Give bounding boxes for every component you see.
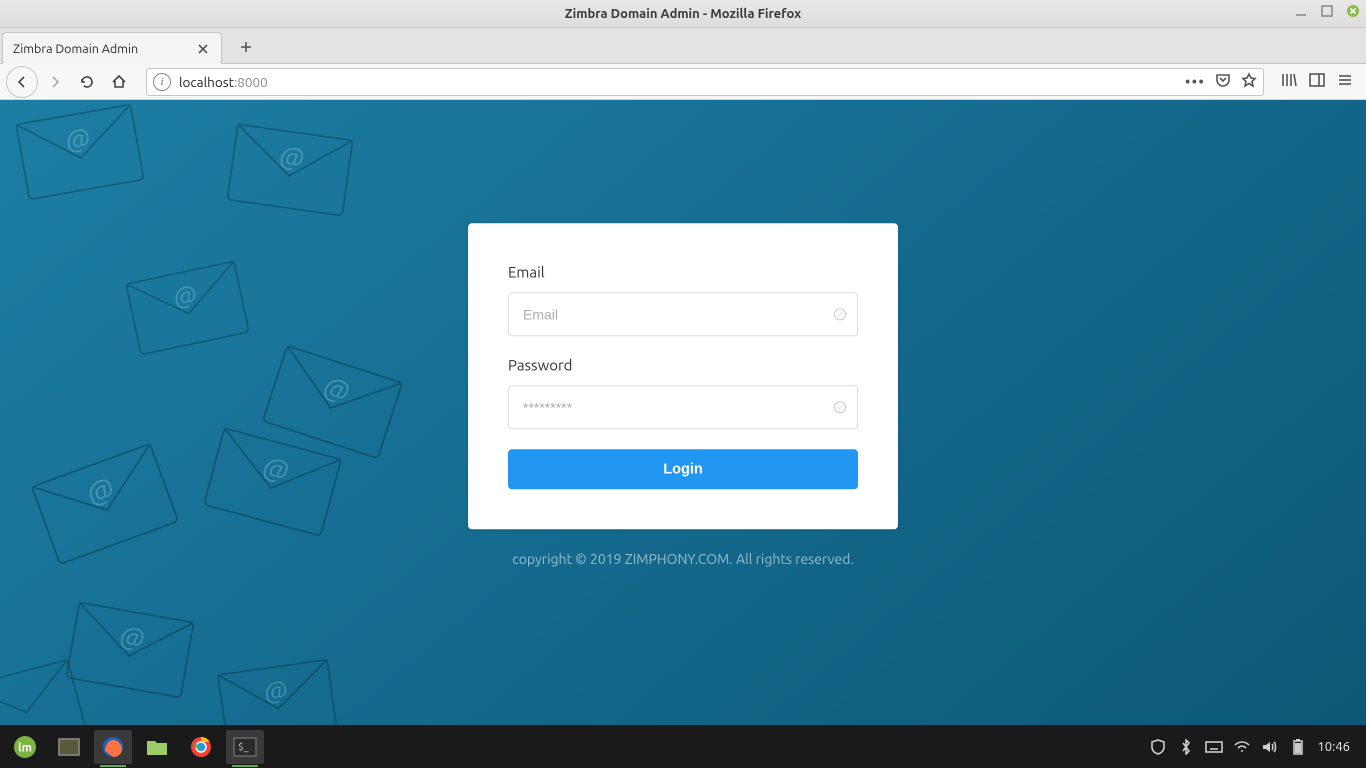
reload-button[interactable] — [72, 67, 102, 97]
password-field[interactable] — [508, 385, 858, 429]
envelope-icon: @ — [14, 102, 146, 202]
chrome-taskbar-icon[interactable] — [182, 730, 220, 764]
browser-tab[interactable]: Zimbra Domain Admin — [2, 32, 222, 64]
email-field[interactable] — [508, 292, 858, 336]
login-card: Email Password Login — [468, 223, 898, 529]
svg-text:@: @ — [63, 122, 92, 155]
svg-text:@: @ — [118, 620, 147, 653]
show-desktop-button[interactable] — [50, 730, 88, 764]
menu-icon[interactable] — [1336, 71, 1354, 93]
bluetooth-icon[interactable] — [1177, 738, 1195, 756]
copyright-text: copyright © 2019 ZIMPHONY.COM. All right… — [512, 551, 854, 567]
tab-label: Zimbra Domain Admin — [13, 42, 195, 56]
window-titlebar: Zimbra Domain Admin - Mozilla Firefox — [0, 0, 1366, 28]
pocket-icon[interactable] — [1215, 72, 1231, 92]
keyboard-icon[interactable] — [1205, 738, 1223, 756]
wifi-icon[interactable] — [1233, 738, 1251, 756]
forward-button[interactable] — [40, 67, 70, 97]
files-taskbar-icon[interactable] — [138, 730, 176, 764]
maximize-button[interactable] — [1320, 4, 1334, 18]
svg-text:lm: lm — [18, 740, 32, 754]
sidebar-icon[interactable] — [1308, 71, 1326, 93]
email-label: Email — [508, 263, 858, 280]
svg-text:$_: $_ — [238, 741, 249, 752]
bookmark-icon[interactable] — [1241, 72, 1257, 92]
envelope-icon: @ — [225, 122, 355, 218]
new-tab-button[interactable] — [232, 33, 260, 61]
site-info-icon[interactable]: i — [153, 73, 171, 91]
page-content: @ @ @ @ @ @ @ @ Email Password Login cop… — [0, 100, 1366, 725]
login-button[interactable]: Login — [508, 449, 858, 489]
check-icon — [834, 308, 846, 320]
envelope-icon: @ — [29, 440, 181, 567]
system-tray: 10:46 — [1149, 738, 1360, 756]
page-actions-icon[interactable]: ••• — [1185, 73, 1205, 91]
firefox-taskbar-icon[interactable] — [94, 730, 132, 764]
volume-icon[interactable] — [1261, 738, 1279, 756]
library-icon[interactable] — [1280, 71, 1298, 93]
start-menu-button[interactable]: lm — [6, 730, 44, 764]
svg-text:@: @ — [262, 675, 289, 706]
envelope-icon: @ — [123, 259, 251, 357]
url-text: localhost:8000 — [179, 74, 268, 90]
back-button[interactable] — [6, 66, 38, 98]
envelope-icon: @ — [64, 600, 196, 700]
check-icon — [834, 401, 846, 413]
minimize-button[interactable] — [1294, 4, 1308, 18]
svg-text:@: @ — [278, 141, 306, 173]
svg-text:@: @ — [171, 279, 200, 311]
battery-icon[interactable] — [1289, 738, 1307, 756]
terminal-taskbar-icon[interactable]: $_ — [226, 730, 264, 764]
shield-icon[interactable] — [1149, 738, 1167, 756]
close-button[interactable] — [1346, 4, 1360, 18]
tab-close-icon[interactable] — [195, 41, 211, 57]
taskbar: lm $_ 10:46 — [0, 725, 1366, 768]
window-controls — [1294, 4, 1360, 18]
url-bar[interactable]: i localhost:8000 ••• — [146, 68, 1264, 96]
envelope-icon: @ — [215, 657, 339, 725]
clock[interactable]: 10:46 — [1317, 740, 1350, 754]
tab-strip: Zimbra Domain Admin — [0, 28, 1366, 64]
window-title: Zimbra Domain Admin - Mozilla Firefox — [565, 7, 801, 21]
home-button[interactable] — [104, 67, 134, 97]
password-label: Password — [508, 356, 858, 373]
nav-toolbar: i localhost:8000 ••• — [0, 64, 1366, 100]
